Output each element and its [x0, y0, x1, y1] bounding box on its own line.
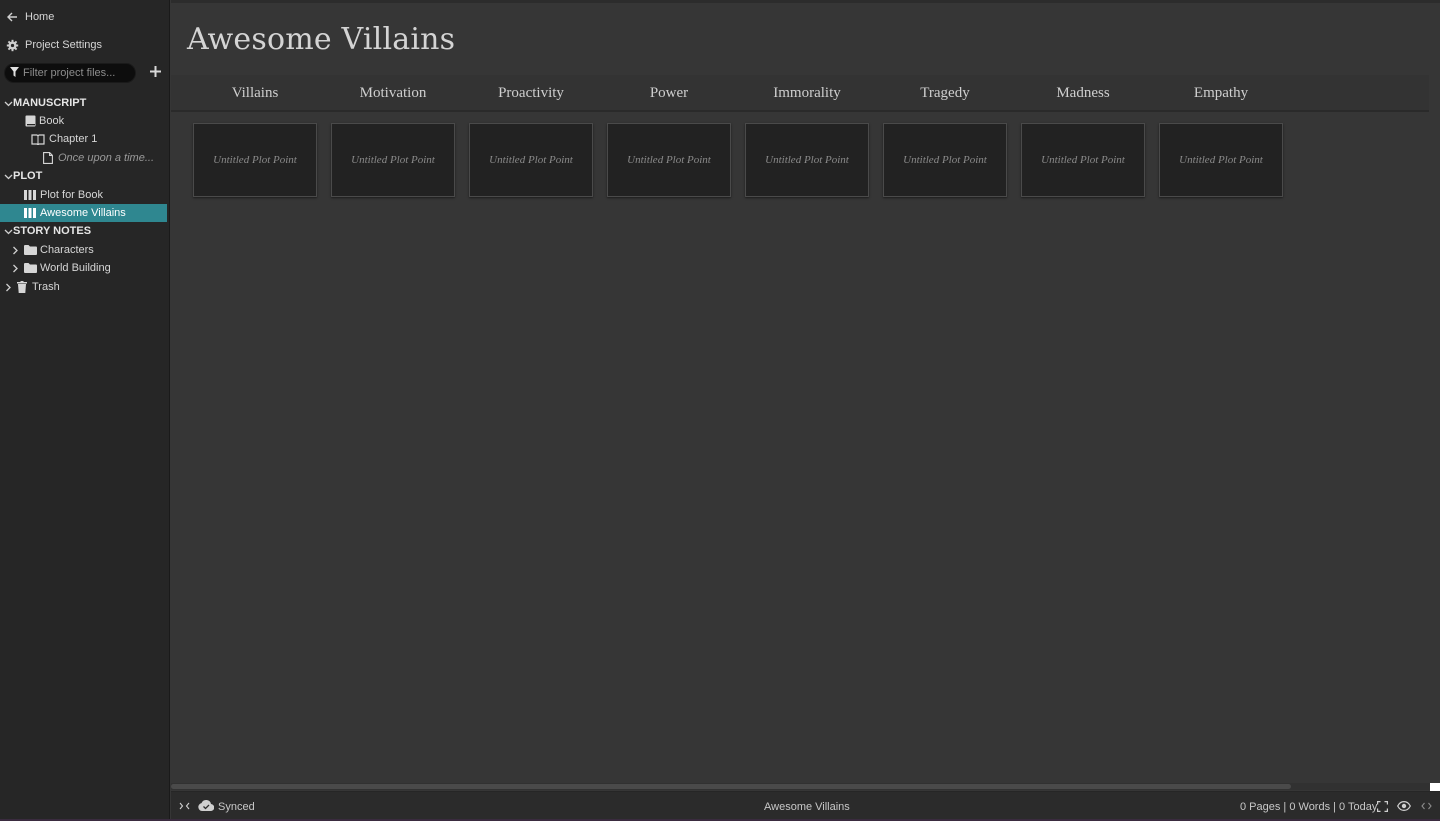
- collapse-icon: [1421, 801, 1432, 813]
- filter-field: [4, 63, 136, 83]
- scrollbar-thumb[interactable]: [171, 784, 1291, 789]
- filter-input[interactable]: [23, 67, 131, 79]
- plot-section[interactable]: PLOT: [1, 167, 42, 185]
- plot-point-card[interactable]: Untitled Plot Point: [1159, 123, 1283, 197]
- tree-item-plot-for-book[interactable]: Plot for Book: [23, 186, 103, 204]
- tree-item-awesome-villains[interactable]: Awesome Villains: [0, 204, 167, 222]
- column-header[interactable]: Proactivity: [469, 85, 593, 102]
- column-header[interactable]: Empathy: [1159, 85, 1283, 102]
- tree-item-trash[interactable]: Trash: [1, 278, 60, 296]
- project-settings-link[interactable]: Project Settings: [5, 36, 102, 54]
- tree-item-characters[interactable]: Characters: [8, 241, 94, 259]
- column-header[interactable]: Immorality: [745, 85, 869, 102]
- manuscript-section[interactable]: MANUSCRIPT: [1, 94, 86, 112]
- status-bar: Synced Awesome Villains 0 Pages | 0 Word…: [171, 791, 1440, 821]
- arrow-left-icon: [5, 10, 19, 24]
- plot-point-card[interactable]: Untitled Plot Point: [745, 123, 869, 197]
- plot-header: PLOT: [13, 170, 43, 182]
- folder-icon: [23, 243, 37, 257]
- filter-icon: [10, 66, 19, 80]
- horizontal-scrollbar[interactable]: [171, 783, 1431, 790]
- column-headers: Villains Motivation Proactivity Power Im…: [171, 75, 1429, 112]
- column-header[interactable]: Power: [607, 85, 731, 102]
- tree-item-scene[interactable]: Once upon a time...: [41, 149, 154, 167]
- sync-status: Synced: [198, 800, 255, 814]
- collapse-sidebar-toggle[interactable]: [179, 801, 190, 813]
- plot-item-label: Awesome Villains: [40, 207, 126, 219]
- column-header[interactable]: Madness: [1021, 85, 1145, 102]
- scene-label: Once upon a time...: [58, 152, 154, 164]
- book-label: Book: [39, 115, 65, 127]
- page-title: Awesome Villains: [187, 22, 456, 57]
- sidebar: Home Project Settings MANUSCRIPT Book: [0, 0, 170, 821]
- story-notes-header: STORY NOTES: [13, 225, 92, 237]
- preview-button[interactable]: [1397, 800, 1411, 814]
- plot-point-card[interactable]: Untitled Plot Point: [1021, 123, 1145, 197]
- home-link[interactable]: Home: [5, 8, 54, 26]
- fullscreen-icon: [1377, 801, 1388, 815]
- document-icon: [41, 151, 55, 165]
- collapse-right-toggle[interactable]: [1421, 801, 1432, 813]
- manuscript-header: MANUSCRIPT: [13, 97, 87, 109]
- word-stats[interactable]: 0 Pages | 0 Words | 0 Today: [1240, 801, 1377, 813]
- chevron-right-icon[interactable]: [1, 280, 15, 294]
- cloud-icon: [198, 800, 215, 814]
- book-icon: [23, 114, 37, 128]
- world-building-label: World Building: [40, 262, 111, 274]
- plot-point-card[interactable]: Untitled Plot Point: [331, 123, 455, 197]
- chevron-right-icon[interactable]: [8, 243, 22, 257]
- plus-icon: [149, 66, 161, 80]
- tree-item-world-building[interactable]: World Building: [8, 259, 111, 277]
- corner-marker: [1430, 783, 1440, 791]
- story-notes-section[interactable]: STORY NOTES: [1, 222, 91, 240]
- columns-icon: [23, 188, 37, 202]
- home-label: Home: [25, 11, 55, 23]
- fullscreen-button[interactable]: [1377, 801, 1388, 815]
- plot-point-card[interactable]: Untitled Plot Point: [607, 123, 731, 197]
- tree-item-book[interactable]: Book: [23, 112, 64, 130]
- open-book-icon: [31, 132, 45, 146]
- project-settings-label: Project Settings: [25, 39, 103, 51]
- sync-label: Synced: [218, 801, 255, 813]
- plot-board: Awesome Villains Villains Motivation Pro…: [171, 0, 1440, 790]
- plot-item-label: Plot for Book: [40, 189, 103, 201]
- column-header[interactable]: Tragedy: [883, 85, 1007, 102]
- tree-item-chapter-1[interactable]: Chapter 1: [31, 130, 97, 148]
- eye-icon: [1397, 800, 1411, 814]
- trash-icon: [15, 280, 29, 294]
- collapse-icon: [179, 801, 190, 813]
- chapter-label: Chapter 1: [49, 133, 98, 145]
- plot-point-card[interactable]: Untitled Plot Point: [469, 123, 593, 197]
- column-header[interactable]: Motivation: [331, 85, 455, 102]
- add-button[interactable]: [147, 65, 163, 81]
- document-name: Awesome Villains: [764, 801, 850, 813]
- folder-icon: [23, 261, 37, 275]
- plot-point-card[interactable]: Untitled Plot Point: [883, 123, 1007, 197]
- columns-icon: [23, 206, 37, 220]
- chevron-right-icon[interactable]: [8, 261, 22, 275]
- trash-label: Trash: [32, 281, 60, 293]
- column-header[interactable]: Villains: [193, 85, 317, 102]
- plot-point-card[interactable]: Untitled Plot Point: [193, 123, 317, 197]
- characters-label: Characters: [40, 244, 94, 256]
- gear-icon: [5, 38, 19, 52]
